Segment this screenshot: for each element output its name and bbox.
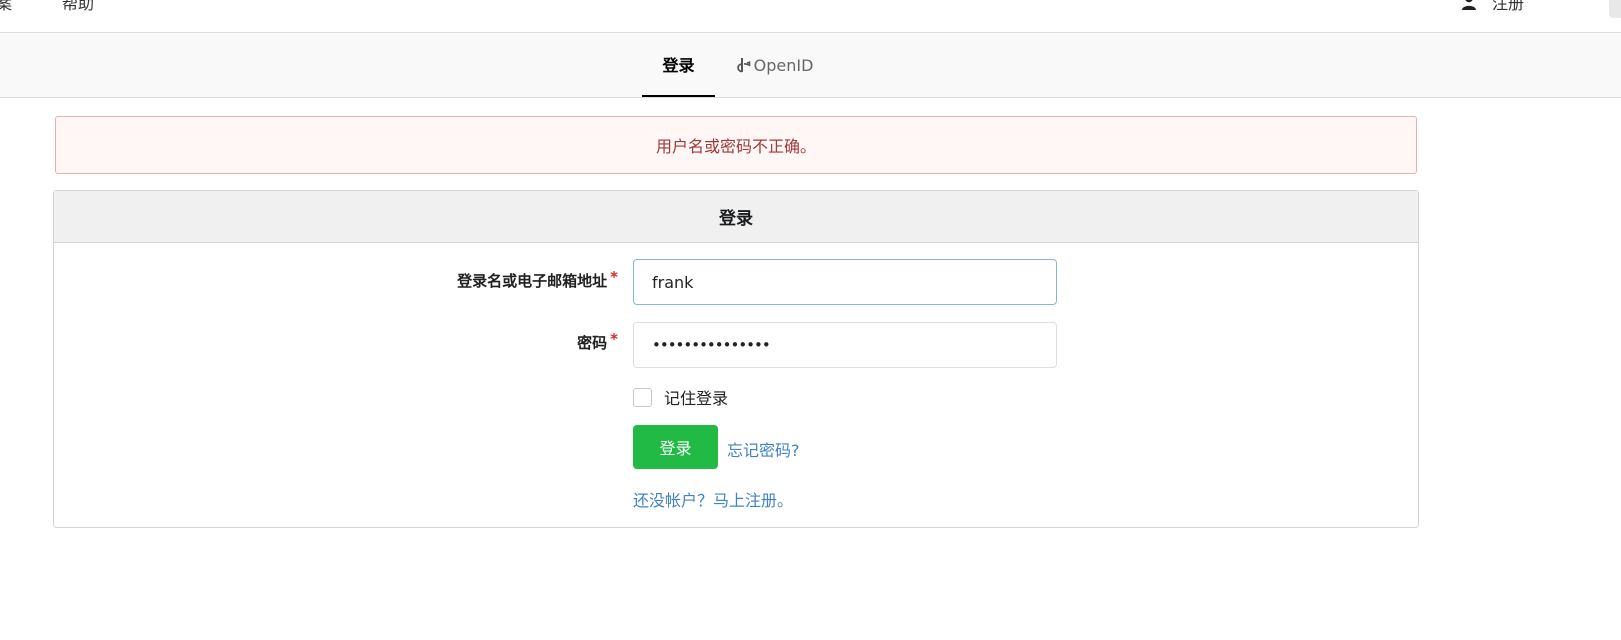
tab-openid-label: OpenID (753, 55, 814, 75)
nav-item-help[interactable]: 帮助 (62, 0, 94, 14)
nav-item-partial[interactable]: 案 (0, 0, 12, 14)
remember-label[interactable]: 记住登录 (664, 385, 728, 409)
remember-me[interactable]: 记住登录 (633, 385, 728, 409)
forgot-password-link[interactable]: 忘记密码? (727, 437, 800, 461)
username-label-text: 登录名或电子邮箱地址 (457, 272, 608, 290)
username-input[interactable] (633, 259, 1057, 305)
password-input[interactable] (633, 322, 1057, 368)
password-label-text: 密码 (577, 334, 608, 352)
required-mark: * (610, 268, 618, 286)
error-message: 用户名或密码不正确。 (655, 137, 816, 156)
tab-openid[interactable]: OpenID (732, 33, 816, 97)
form-header: 登录 (54, 191, 1418, 243)
openid-icon (736, 58, 750, 73)
top-navbar: 案 帮助 注册 (0, 0, 1621, 33)
tab-login[interactable]: 登录 (642, 33, 715, 97)
user-icon (1462, 0, 1476, 10)
error-alert: 用户名或密码不正确。 (55, 116, 1417, 174)
nav-item-register[interactable]: 注册 (1492, 0, 1524, 14)
username-label: 登录名或电子邮箱地址 * (54, 268, 618, 291)
remember-checkbox[interactable] (633, 387, 652, 407)
tab-login-label: 登录 (662, 56, 695, 75)
required-mark: * (610, 330, 618, 348)
form-title: 登录 (719, 209, 753, 229)
register-link[interactable]: 还没帐户？马上注册。 (633, 487, 793, 511)
login-form-card: 登录 登录名或电子邮箱地址* 密码* 记住登录 登录 忘记密码? 还没帐户？马上… (53, 190, 1419, 528)
login-tabs: 登录 OpenID (0, 33, 1621, 98)
edge-button[interactable] (1609, 0, 1621, 18)
password-label: 密码 * (54, 330, 618, 353)
login-button[interactable]: 登录 (633, 425, 718, 469)
